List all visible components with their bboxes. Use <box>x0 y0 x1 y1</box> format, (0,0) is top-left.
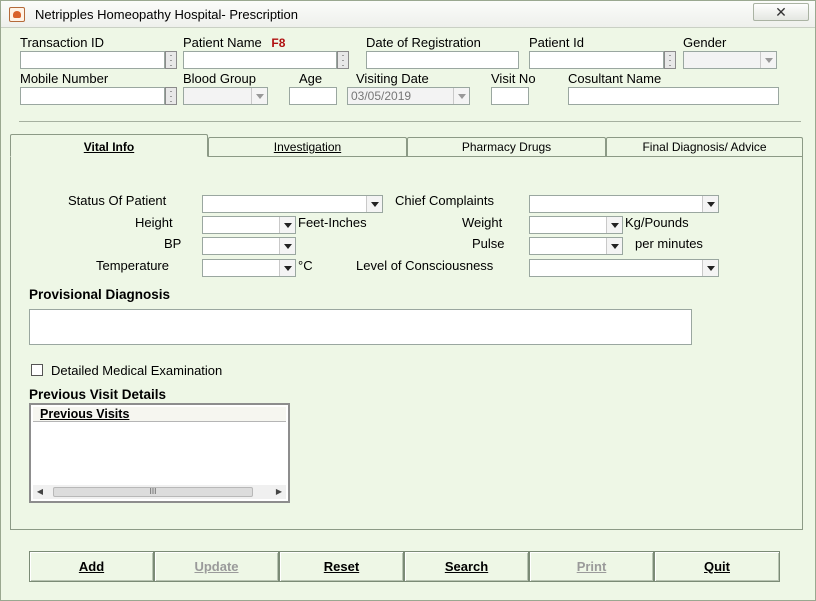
chevron-down-icon <box>279 260 295 276</box>
scroll-left-icon[interactable]: ◀ <box>33 485 47 499</box>
patient-id-lookup-button[interactable]: · · · <box>664 51 676 70</box>
update-button[interactable]: Update <box>154 551 279 582</box>
chevron-down-icon <box>453 88 469 104</box>
level-of-consciousness-select[interactable] <box>529 259 719 277</box>
mobile-number-input[interactable] <box>20 87 165 105</box>
temperature-label: Temperature <box>96 258 169 273</box>
blood-group-select[interactable] <box>183 87 268 105</box>
close-icon: ✕ <box>775 4 787 20</box>
prescription-window: Netripples Homeopathy Hospital- Prescrip… <box>0 0 816 601</box>
add-button[interactable]: Add <box>29 551 154 582</box>
tab-final-diagnosis[interactable]: Final Diagnosis/ Advice <box>606 137 803 156</box>
weight-unit: Kg/Pounds <box>625 215 689 230</box>
scroll-thumb[interactable]: III <box>53 487 253 497</box>
provisional-diagnosis-input[interactable] <box>29 309 692 345</box>
chevron-down-icon <box>279 238 295 254</box>
reset-button[interactable]: Reset <box>279 551 404 582</box>
search-button[interactable]: Search <box>404 551 529 582</box>
patient-id-input[interactable] <box>529 51 664 69</box>
close-button[interactable]: ✕ <box>753 3 809 21</box>
tab-vital-info[interactable]: Vital Info <box>10 134 208 157</box>
height-select[interactable] <box>202 216 296 234</box>
chief-complaints-select[interactable] <box>529 195 719 213</box>
patient-id-label: Patient Id <box>529 35 584 50</box>
scroll-right-icon[interactable]: ▶ <box>272 485 286 499</box>
gender-select[interactable] <box>683 51 777 69</box>
transaction-id-lookup-button[interactable]: · · · <box>165 51 177 70</box>
visit-no-input[interactable] <box>491 87 529 105</box>
quit-button[interactable]: Quit <box>654 551 780 582</box>
age-label: Age <box>299 71 323 86</box>
provisional-diagnosis-label: Provisional Diagnosis <box>29 287 171 302</box>
patient-name-label: Patient Name F8 <box>183 35 285 50</box>
pulse-label: Pulse <box>472 236 505 251</box>
pulse-select[interactable] <box>529 237 623 255</box>
tab-investigation[interactable]: Investigation <box>208 137 407 156</box>
visiting-date-value: 03/05/2019 <box>351 89 412 103</box>
temperature-unit: °C <box>298 258 313 273</box>
print-button[interactable]: Print <box>529 551 654 582</box>
date-of-registration-input[interactable] <box>366 51 519 69</box>
status-of-patient-select[interactable] <box>202 195 383 213</box>
transaction-id-label: Transaction ID <box>20 35 105 50</box>
blood-group-label: Blood Group <box>183 71 256 86</box>
date-of-registration-label: Date of Registration <box>366 35 481 50</box>
patient-name-label-text: Patient Name <box>183 35 262 50</box>
visiting-date-picker[interactable]: 03/05/2019 <box>347 87 470 105</box>
previous-visits-column-header[interactable]: Previous Visits <box>33 407 286 422</box>
bp-select[interactable] <box>202 237 296 255</box>
action-button-bar: Add Update Reset Search Print Quit <box>29 551 780 582</box>
title-bar: Netripples Homeopathy Hospital- Prescrip… <box>1 1 815 28</box>
temperature-select[interactable] <box>202 259 296 277</box>
chevron-down-icon <box>760 52 776 68</box>
app-icon <box>9 7 25 22</box>
visit-no-label: Visit No <box>491 71 536 86</box>
age-input[interactable] <box>289 87 337 105</box>
level-of-consciousness-label: Level of Consciousness <box>356 258 494 273</box>
bp-label: BP <box>164 236 182 251</box>
chief-complaints-label: Chief Complaints <box>395 193 494 208</box>
height-label: Height <box>135 215 173 230</box>
chevron-down-icon <box>366 196 382 212</box>
chevron-down-icon <box>279 217 295 233</box>
status-of-patient-label: Status Of Patient <box>68 193 167 208</box>
tab-investigation-label: Investigation <box>273 140 342 154</box>
chevron-down-icon <box>251 88 267 104</box>
chevron-down-icon <box>606 217 622 233</box>
consultant-name-label: Cosultant Name <box>568 71 662 86</box>
detailed-medical-examination-checkbox[interactable] <box>31 364 43 376</box>
tab-pharmacy-drugs[interactable]: Pharmacy Drugs <box>407 137 606 156</box>
visiting-date-label: Visiting Date <box>356 71 429 86</box>
window-title: Netripples Homeopathy Hospital- Prescrip… <box>35 7 299 22</box>
consultant-name-input[interactable] <box>568 87 779 105</box>
previous-visit-details-label: Previous Visit Details <box>29 387 167 402</box>
tab-final-diagnosis-label: Final Diagnosis/ Advice <box>642 140 767 154</box>
chevron-down-icon <box>606 238 622 254</box>
patient-name-lookup-button[interactable]: · · · <box>337 51 349 70</box>
tab-pharmacy-drugs-label: Pharmacy Drugs <box>461 140 552 154</box>
patient-name-input[interactable] <box>183 51 337 69</box>
previous-visits-list[interactable]: Previous Visits ◀ III ▶ <box>29 403 290 503</box>
chevron-down-icon <box>702 260 718 276</box>
detailed-medical-examination-label: Detailed Medical Examination <box>51 363 223 378</box>
tab-vital-info-label: Vital Info <box>83 140 135 154</box>
height-unit: Feet-Inches <box>298 215 367 230</box>
weight-select[interactable] <box>529 216 623 234</box>
pulse-unit: per minutes <box>635 236 703 251</box>
mobile-number-label: Mobile Number <box>20 71 109 86</box>
mobile-number-lookup-button[interactable]: · · · <box>165 87 177 106</box>
header-separator <box>19 121 801 122</box>
transaction-id-input[interactable] <box>20 51 165 69</box>
horizontal-scrollbar[interactable]: ◀ III ▶ <box>33 485 286 499</box>
chevron-down-icon <box>702 196 718 212</box>
weight-label: Weight <box>462 215 503 230</box>
gender-label: Gender <box>683 35 727 50</box>
f8-hint: F8 <box>271 36 286 50</box>
